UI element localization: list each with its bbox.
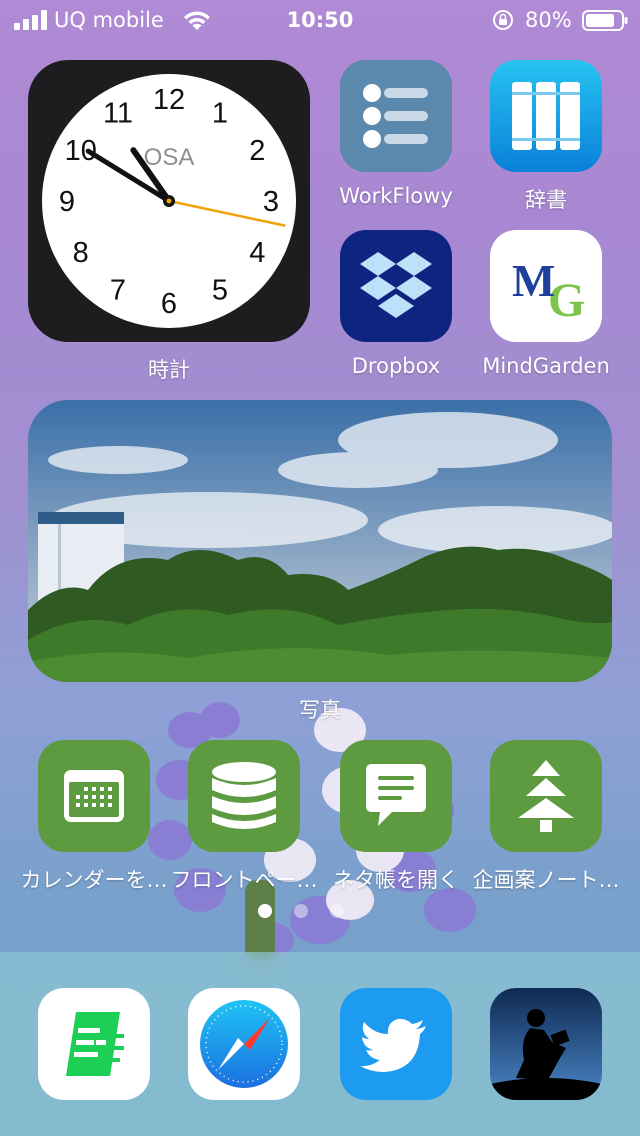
clock-numeral: 7 [110, 274, 126, 306]
twitter-icon [340, 988, 452, 1100]
rotation-lock-icon [493, 10, 513, 30]
workflowy-label: WorkFlowy [339, 184, 453, 208]
page-dot[interactable] [330, 904, 344, 918]
photo-landscape [28, 400, 612, 682]
dictionary-icon [490, 60, 602, 172]
photos-widget[interactable] [28, 400, 612, 682]
clock-numeral: 6 [161, 288, 177, 320]
battery-percent: 80% [525, 8, 572, 32]
clock-center-dot [166, 198, 172, 204]
page-indicator[interactable] [258, 904, 382, 918]
shortcut-planning[interactable] [490, 740, 602, 852]
clock-numeral: 8 [73, 237, 89, 269]
dictionary-app[interactable] [490, 60, 602, 172]
clock-widget-label: 時計 [148, 358, 190, 382]
clock-numeral: 1 [212, 98, 228, 130]
page-dot[interactable] [294, 904, 308, 918]
shortcut-planning-label: 企画案ノート… [472, 868, 620, 892]
dropbox-label: Dropbox [351, 354, 441, 378]
clock-numeral: 12 [153, 84, 185, 116]
database-icon [188, 740, 300, 852]
clock-numeral: 5 [212, 274, 228, 306]
message-icon [340, 740, 452, 852]
clock-numeral: 3 [263, 186, 279, 218]
dock-notes-app[interactable] [38, 988, 150, 1100]
kindle-icon [490, 988, 602, 1100]
dock-twitter-app[interactable] [340, 988, 452, 1100]
dock-safari-app[interactable] [188, 988, 300, 1100]
workflowy-app[interactable] [340, 60, 452, 172]
status-bar: UQ mobile 10:50 80% [0, 0, 640, 40]
clock-city: OSA [144, 144, 195, 171]
mindgarden-icon: G M [490, 230, 602, 342]
shortcut-notebook[interactable] [340, 740, 452, 852]
battery-icon [582, 10, 628, 31]
notes-app-icon [38, 988, 150, 1100]
mindgarden-label: MindGarden [482, 354, 610, 378]
mindgarden-app[interactable]: G M [490, 230, 602, 342]
tree-icon [490, 740, 602, 852]
shortcut-calendar[interactable] [38, 740, 150, 852]
clock-face: OSA 12 1234567891011 [42, 74, 296, 328]
dock-kindle-app[interactable] [490, 988, 602, 1100]
calendar-icon [38, 740, 150, 852]
safari-icon [188, 988, 300, 1100]
photos-widget-label: 写真 [299, 698, 341, 722]
clock-numeral: 4 [249, 237, 265, 269]
workflowy-icon [340, 60, 452, 172]
shortcut-notebook-label: ネタ帳を開く [333, 868, 459, 892]
clock-widget[interactable]: OSA 12 1 2 3 4 5 6 7 8 9 10 11 [28, 60, 310, 342]
dropbox-app[interactable] [340, 230, 452, 342]
shortcut-frontpage-label: フロントペー… [170, 868, 318, 892]
shortcut-frontpage[interactable] [188, 740, 300, 852]
clock-numeral: 2 [249, 135, 265, 167]
shortcut-calendar-label: カレンダーを… [20, 868, 168, 892]
page-dot[interactable] [258, 904, 272, 918]
clock-numeral: 11 [103, 98, 133, 130]
clock-numeral: 9 [59, 186, 75, 218]
dropbox-icon [340, 230, 452, 342]
dock [0, 952, 640, 1136]
dictionary-label: 辞書 [525, 188, 567, 212]
svg-text:M: M [512, 255, 555, 306]
